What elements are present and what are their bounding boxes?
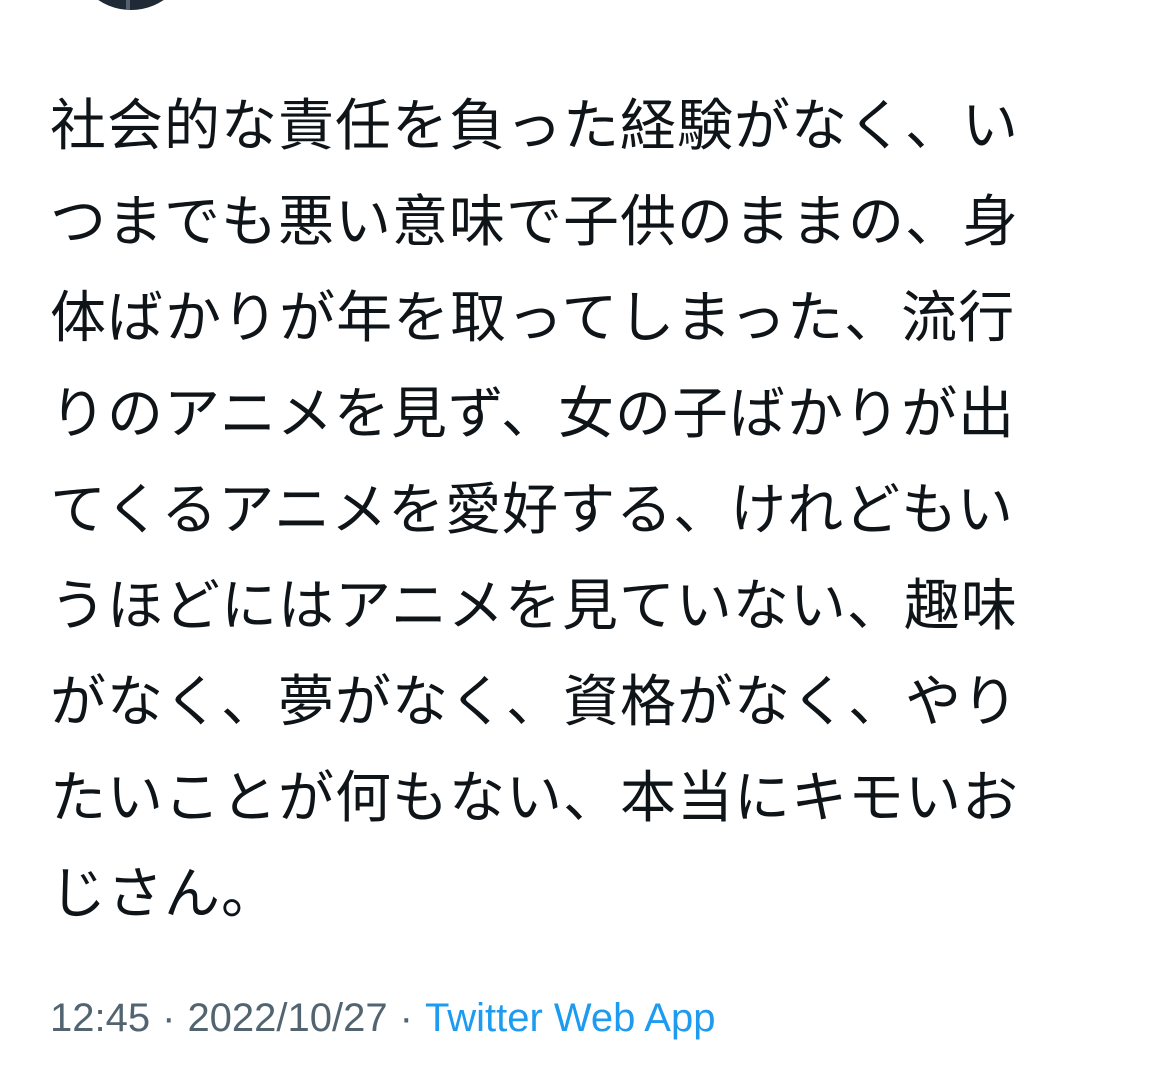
tweet-text-line: てくるアニメを愛好する、けれどもい (50, 478, 1014, 543)
tweet-text-line: たいことが何もない、本当にキモいお (50, 766, 1019, 831)
separator-dot: · (399, 996, 413, 1040)
tweet-text-line: 体ばかりが年を取ってしまった、流行 (50, 286, 1016, 351)
tweet-text-line: がなく、夢がなく、資格がなく、やり (50, 670, 1019, 735)
separator-dot: · (162, 996, 176, 1040)
tweet-text-line: つまでも悪い意味で子供のままの、身 (50, 190, 1019, 255)
tweet-text-line: うほどにはアニメを見ていない、趣味 (50, 574, 1018, 639)
tweet-text: 社会的な責任を負った経験がなく、い つまでも悪い意味で子供のままの、身 体ばかり… (50, 79, 1120, 943)
avatar[interactable] (72, 0, 190, 10)
tweet-text-line: 社会的な責任を負った経験がなく、い (50, 94, 1019, 159)
tweet-text-line: じさん。 (50, 862, 278, 927)
tweet-date[interactable]: 2022/10/27 (187, 996, 387, 1040)
tweet-text-line: りのアニメを見ず、女の子ばかりが出 (50, 382, 1016, 447)
tweet-metadata: 12:45 · 2022/10/27 · Twitter Web App (50, 990, 715, 1046)
source-app-link[interactable]: Twitter Web App (425, 996, 716, 1040)
tweet-time[interactable]: 12:45 (50, 996, 150, 1040)
